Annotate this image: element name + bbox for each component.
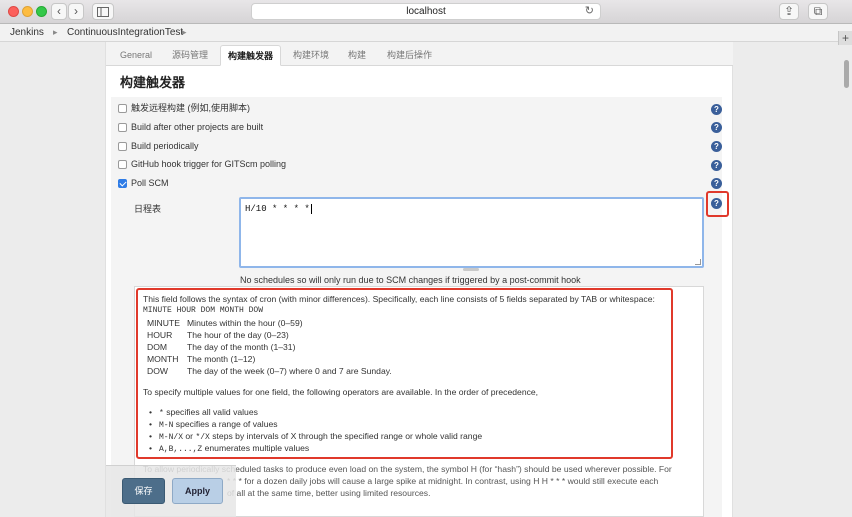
tabs-icon: ⧉: [813, 4, 823, 18]
browser-toolbar: ‹ › localhost ↻ ⇪ ⧉: [0, 0, 852, 24]
zoom-window-button[interactable]: [36, 6, 47, 17]
schedule-note: No schedules so will only run due to SCM…: [240, 275, 581, 285]
share-icon: ⇪: [783, 4, 795, 18]
apply-button[interactable]: Apply: [172, 478, 223, 504]
back-button[interactable]: ‹: [51, 3, 67, 20]
share-button[interactable]: ⇪: [779, 3, 799, 20]
help-icon[interactable]: ?: [711, 104, 722, 115]
trigger-github-hook-label: GitHub hook trigger for GITScm polling: [131, 159, 287, 169]
url-text: localhost: [406, 6, 446, 17]
help-hash-paragraph: of all at the same time, better using li…: [227, 488, 431, 498]
textarea-resize-handle[interactable]: [463, 268, 479, 271]
help-icon-highlight: [706, 191, 729, 217]
help-text-highlight: [136, 288, 673, 459]
new-tab-button[interactable]: +: [838, 31, 852, 45]
page-scrollbar[interactable]: [844, 60, 849, 88]
resize-grip-icon[interactable]: [695, 259, 701, 265]
trigger-poll-scm-checkbox[interactable]: [118, 179, 127, 188]
text-cursor: [310, 204, 312, 214]
trigger-after-other-projects-checkbox[interactable]: [118, 123, 127, 132]
breadcrumb-separator-icon: ▸: [53, 27, 58, 37]
trigger-periodically-checkbox[interactable]: [118, 142, 127, 151]
trigger-after-other-projects-label: Build after other projects are built: [131, 122, 264, 132]
minimize-window-button[interactable]: [22, 6, 33, 17]
help-icon[interactable]: ?: [711, 160, 722, 171]
section-title: 构建触发器: [120, 75, 186, 90]
breadcrumb-jenkins[interactable]: Jenkins: [10, 24, 44, 41]
schedule-value: H/10 * * * *: [245, 204, 310, 214]
trigger-remote-checkbox[interactable]: [118, 104, 127, 113]
tab-source-code[interactable]: 源码管理: [165, 45, 215, 66]
tab-post-build[interactable]: 构建后操作: [380, 45, 439, 66]
sidebar-icon: [97, 7, 109, 17]
help-icon[interactable]: ?: [711, 122, 722, 133]
help-icon[interactable]: ?: [711, 141, 722, 152]
tab-build[interactable]: 构建: [341, 45, 373, 66]
breadcrumb: Jenkins ▸ ContinuousIntegrationTest ▸ +: [0, 24, 852, 45]
forward-icon: ›: [74, 4, 78, 18]
trigger-github-hook-checkbox[interactable]: [118, 160, 127, 169]
help-hash-paragraph: * * * for a dozen daily jobs will cause …: [227, 476, 659, 486]
schedule-textarea[interactable]: H/10 * * * *: [239, 197, 704, 268]
tab-build-triggers[interactable]: 构建触发器: [220, 45, 282, 66]
schedule-label: 日程表: [134, 204, 162, 214]
help-icon[interactable]: ?: [711, 178, 722, 189]
trigger-periodically-label: Build periodically: [131, 141, 199, 151]
sidebar-toggle-button[interactable]: [92, 3, 114, 20]
back-icon: ‹: [57, 4, 61, 18]
config-panel: General 源码管理 构建触发器 构建环境 构建 构建后操作 构建触发器 触…: [105, 42, 733, 517]
trigger-poll-scm-label: Poll SCM: [131, 178, 169, 188]
tab-build-environment[interactable]: 构建环境: [286, 45, 336, 66]
tab-general[interactable]: General: [113, 45, 159, 66]
address-bar[interactable]: localhost ↻: [251, 3, 601, 20]
forward-button[interactable]: ›: [68, 3, 84, 20]
reload-icon[interactable]: ↻: [585, 4, 594, 19]
trigger-remote-label: 触发远程构建 (例如,使用脚本): [131, 103, 250, 113]
breadcrumb-project[interactable]: ContinuousIntegrationTest: [67, 24, 183, 41]
show-tabs-button[interactable]: ⧉: [808, 3, 828, 20]
save-bar: 保存 Apply: [106, 465, 236, 517]
close-window-button[interactable]: [8, 6, 19, 17]
config-tabs: General 源码管理 构建触发器 构建环境 构建 构建后操作: [106, 42, 733, 66]
save-button[interactable]: 保存: [122, 478, 165, 504]
breadcrumb-separator-icon: ▸: [182, 27, 187, 37]
